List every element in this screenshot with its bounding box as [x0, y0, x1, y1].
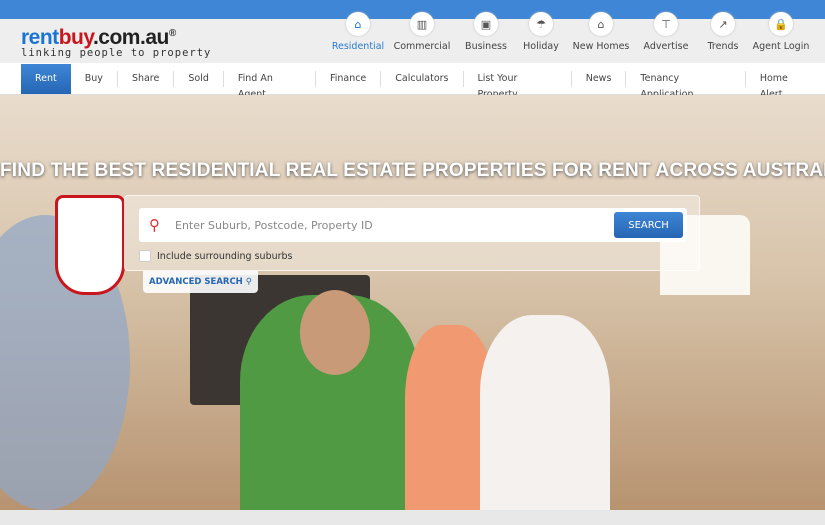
logo[interactable]: rentbuy.com.au® linking people to proper…	[21, 23, 212, 60]
main-nav: Rent Buy Share Sold Find An Agent Finance Calc…	[0, 63, 825, 100]
lock-icon: 🔒	[769, 12, 793, 36]
category-label: Business	[465, 41, 507, 52]
advanced-search-label: ADVANCED SEARCH	[149, 277, 243, 287]
bar-chart-icon: ▥	[410, 12, 434, 36]
category-label: Commercial	[393, 41, 451, 52]
location-pin-icon: ⚲	[149, 216, 160, 234]
category-label: New Homes	[572, 41, 630, 52]
hero-photo-face	[300, 290, 370, 375]
mascot-house	[55, 195, 125, 295]
trend-icon: ↗	[711, 12, 735, 36]
logo-reg: ®	[168, 28, 176, 39]
nav-share[interactable]: Share	[116, 70, 173, 87]
search-input[interactable]	[175, 208, 595, 242]
advanced-search-button[interactable]: ADVANCED SEARCH ⚲	[143, 271, 258, 293]
nav-tenancy-application[interactable]: Tenancy Application	[625, 70, 744, 100]
hero-headline: FIND THE BEST RESIDENTIAL REAL ESTATE PR…	[0, 160, 825, 181]
umbrella-icon: ☂	[529, 12, 553, 36]
nav-news[interactable]: News	[570, 70, 626, 87]
nav-home-alert[interactable]: Home Alert	[744, 70, 825, 100]
header: rentbuy.com.au® linking people to proper…	[0, 12, 825, 63]
logo-domain: .com.au	[92, 26, 169, 49]
category-holiday[interactable]: ☂ Holiday	[517, 12, 565, 52]
search-button[interactable]: SEARCH	[614, 212, 683, 238]
category-residential[interactable]: ⌂ Residential	[327, 12, 389, 52]
category-agent-login[interactable]: 🔒 Agent Login	[751, 12, 811, 52]
search-panel: ⚲ SEARCH Include surrounding suburbs	[124, 195, 700, 271]
nav-finance[interactable]: Finance	[314, 70, 380, 87]
house-icon: ⌂	[346, 12, 370, 36]
nav-list-your-property[interactable]: List Your Property	[462, 70, 571, 100]
category-label: Advertise	[643, 41, 689, 52]
briefcase-icon: ▣	[474, 12, 498, 36]
search-bar: ⚲ SEARCH	[139, 208, 687, 242]
new-home-icon: ⌂	[589, 12, 613, 36]
nav-calculators[interactable]: Calculators	[380, 70, 462, 87]
signpost-icon: ⊤	[654, 12, 678, 36]
hero: FIND THE BEST RESIDENTIAL REAL ESTATE PR…	[0, 95, 825, 510]
logo-rent: rent	[21, 26, 59, 49]
nav-sold[interactable]: Sold	[173, 70, 223, 87]
category-trends[interactable]: ↗ Trends	[695, 12, 751, 52]
logo-buy: buy	[58, 26, 94, 49]
category-label: Agent Login	[752, 41, 810, 52]
category-new-homes[interactable]: ⌂ New Homes	[565, 12, 637, 52]
checkbox[interactable]	[139, 250, 151, 262]
nav-find-an-agent[interactable]: Find An Agent	[222, 70, 315, 100]
include-surrounding-label: Include surrounding suburbs	[157, 250, 293, 262]
category-advertise[interactable]: ⊤ Advertise	[637, 12, 695, 52]
category-commercial[interactable]: ▥ Commercial	[389, 12, 455, 52]
include-surrounding-checkbox[interactable]: Include surrounding suburbs	[139, 250, 293, 262]
nav-rent[interactable]: Rent	[21, 63, 71, 94]
category-nav: ⌂ Residential ▥ Commercial ▣ Business ☂ Holiday…	[327, 12, 811, 52]
footer-strip	[0, 510, 825, 525]
category-label: Holiday	[523, 41, 559, 52]
category-business[interactable]: ▣ Business	[455, 12, 517, 52]
category-label: Residential	[331, 41, 385, 52]
category-label: Trends	[707, 41, 739, 52]
logo-tagline: linking people to property	[21, 47, 212, 59]
search-icon: ⚲	[245, 277, 252, 287]
hero-photo-girl	[480, 315, 610, 510]
nav-buy[interactable]: Buy	[71, 71, 117, 87]
